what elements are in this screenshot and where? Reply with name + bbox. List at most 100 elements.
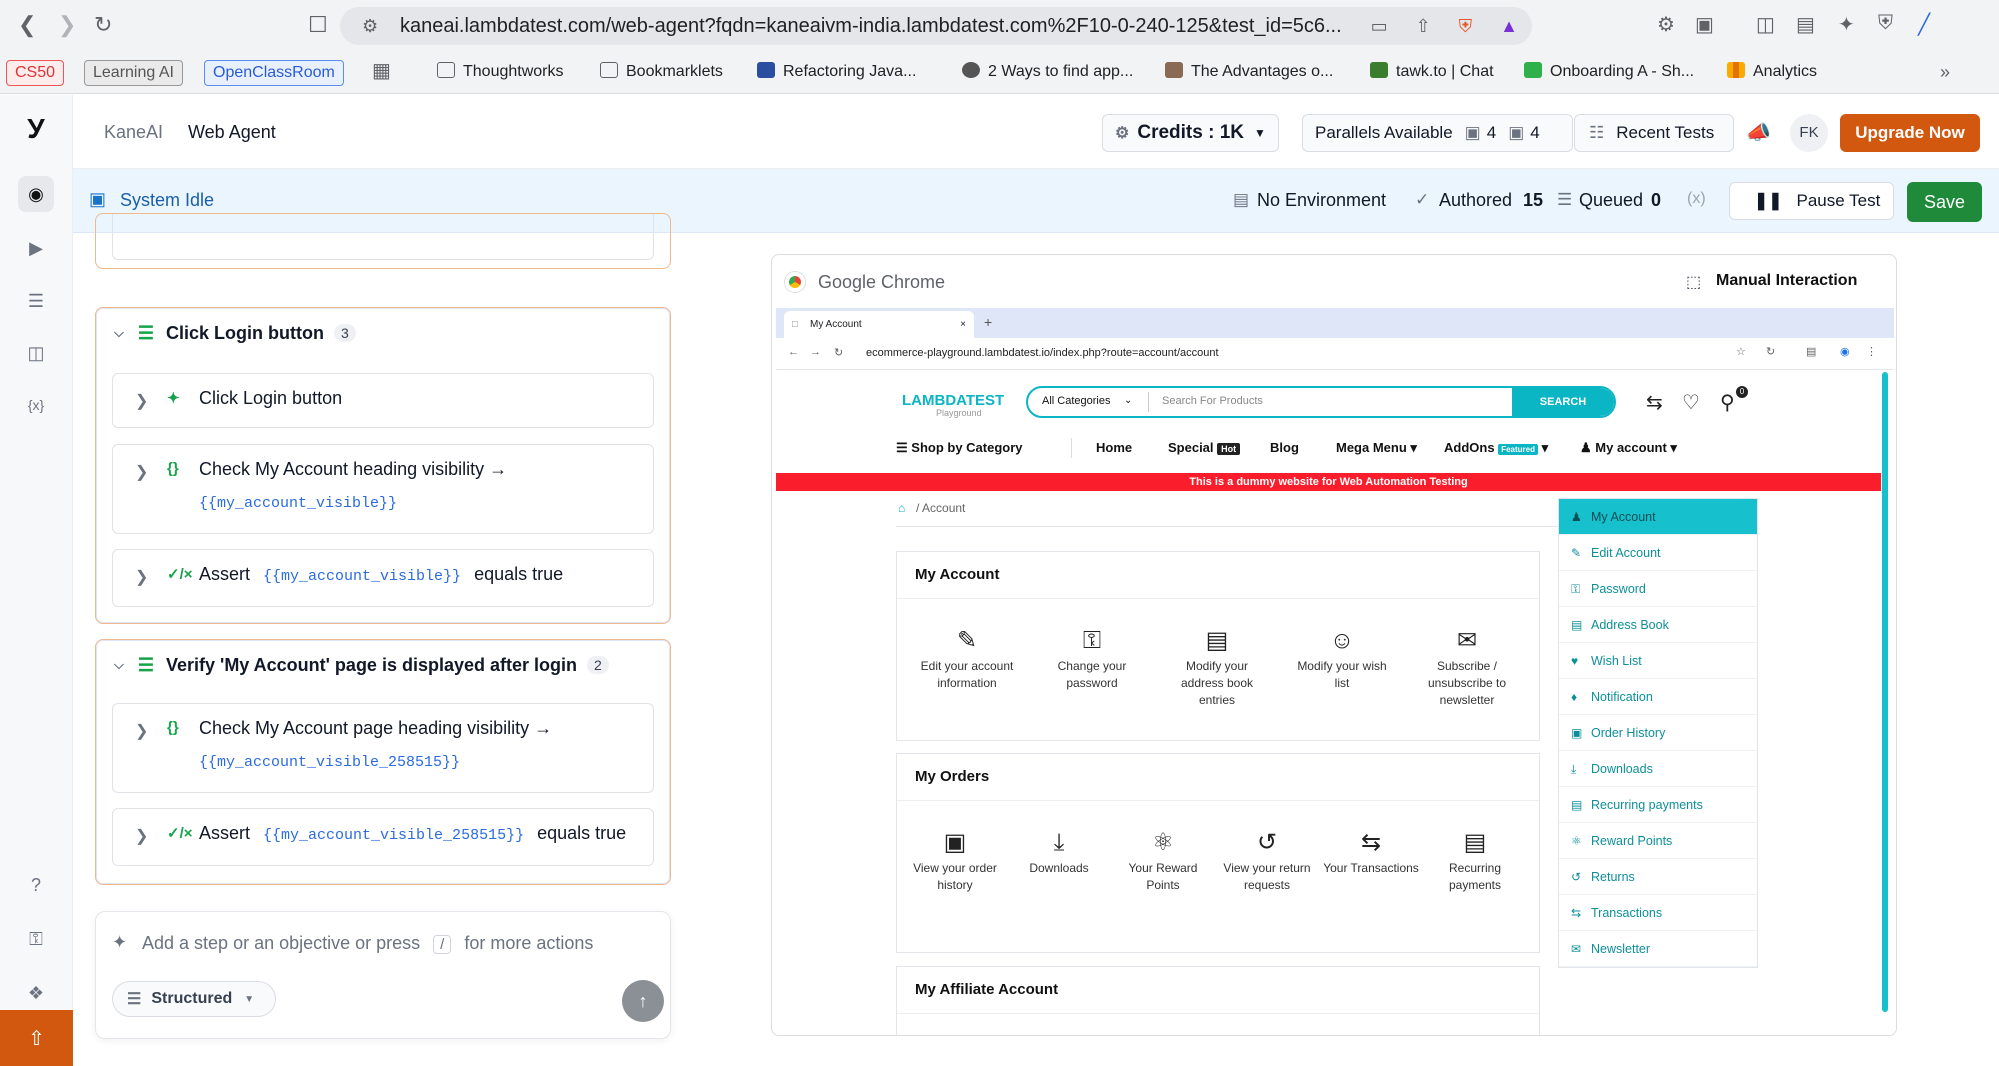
remote-tab[interactable]: □ My Account × [784, 311, 974, 338]
manual-interaction-button[interactable]: Manual Interaction [1716, 272, 1857, 290]
tile-transactions[interactable]: ⇆ Your Transactions [1321, 828, 1421, 877]
brand-link[interactable]: KaneAI [104, 122, 163, 143]
acct-nav-password[interactable]: ⚿ Password [1559, 571, 1757, 607]
wishlist-heart-icon[interactable]: ♡ [1682, 390, 1700, 415]
save-button[interactable]: Save [1907, 182, 1982, 222]
site-search-input[interactable]: Search For Products [1162, 395, 1263, 407]
bookmark-find-app[interactable]: 2 Ways to find app... [962, 60, 1133, 86]
compare-icon[interactable]: ⇆ [1646, 390, 1663, 415]
extensions-icon[interactable]: ⚙ [1657, 12, 1675, 37]
avatar[interactable]: FK [1790, 114, 1828, 152]
step-input[interactable]: Add a step or an objective or press / fo… [142, 933, 593, 954]
tile-change-password[interactable]: ⚿ Change your password [1042, 626, 1142, 692]
acct-nav-wish-list[interactable]: ♥ Wish List [1559, 643, 1757, 679]
tile-edit-account[interactable]: ✎ Edit your account information [917, 626, 1017, 692]
remote-reload-icon[interactable]: ↻ [834, 346, 843, 359]
variables-nav-icon[interactable]: {x} [18, 387, 54, 423]
brave-shield-icon[interactable]: ⛨ [1459, 7, 1473, 45]
step-card[interactable]: ❯ ✓/× Assert {{my_account_visible}} equa… [112, 549, 654, 607]
acct-nav-newsletter[interactable]: ✉ Newsletter [1559, 931, 1757, 967]
tile-newsletter[interactable]: ✉ Subscribe / unsubscribe to newsletter [1417, 626, 1517, 709]
tile-address-book[interactable]: ▤ Modify your address book entries [1167, 626, 1267, 709]
step-card[interactable]: ❯ {} Check My Account heading visibility… [112, 444, 654, 534]
logo-icon[interactable]: У [18, 111, 54, 147]
acct-nav-address-book[interactable]: ▤ Address Book [1559, 607, 1757, 643]
apps-grid-icon[interactable]: ▦ [372, 59, 391, 85]
pause-test-button[interactable]: ❚❚ Pause Test [1729, 182, 1894, 220]
video-nav-icon[interactable]: ▶ [18, 230, 54, 266]
remote-url[interactable]: ecommerce-playground.lambdatest.io/index… [866, 347, 1219, 359]
site-scrollbar[interactable] [1882, 372, 1888, 1012]
acct-nav-notification[interactable]: ♦ Notification [1559, 679, 1757, 715]
bookmark-cs50[interactable]: CS50 [6, 60, 65, 86]
environment-label[interactable]: No Environment [1257, 190, 1386, 211]
site-logo[interactable]: LAMBDATEST [902, 392, 1004, 409]
tile-returns[interactable]: ↺ View your return requests [1217, 828, 1317, 894]
share-icon[interactable]: ⇧ [1416, 7, 1431, 45]
more-bookmarks-icon[interactable]: » [1940, 60, 1950, 86]
upgrade-button[interactable]: Upgrade Now [1840, 114, 1980, 152]
menu-home[interactable]: Home [1096, 440, 1132, 455]
remote-menu-icon[interactable]: ⋮ [1866, 345, 1877, 358]
recent-tests-button[interactable]: ☷ Recent Tests [1574, 114, 1734, 152]
acct-nav-downloads[interactable]: ⤓ Downloads [1559, 751, 1757, 787]
tile-order-history[interactable]: ▣ View your order history [905, 828, 1005, 894]
breadcrumb-item[interactable]: Account [922, 501, 965, 515]
help-icon[interactable]: ? [18, 867, 54, 903]
tile-recurring-payments[interactable]: ▤ Recurring payments [1425, 828, 1525, 894]
layers-nav-icon[interactable]: ☰ [18, 283, 54, 319]
send-button[interactable]: ↑ [622, 980, 664, 1022]
key-icon[interactable]: ⚿ [18, 921, 54, 957]
remote-star-icon[interactable]: ☆ [1736, 345, 1746, 358]
site-settings-icon[interactable]: ⚙ [362, 7, 378, 45]
remote-refresh-icon[interactable]: ↻ [1766, 345, 1775, 358]
variables-button[interactable]: (x) [1687, 190, 1706, 208]
bookmark-tawk[interactable]: tawk.to | Chat [1370, 60, 1494, 86]
cart-icon[interactable]: ⚲ [1720, 390, 1735, 415]
home-icon[interactable]: ⌂ [898, 501, 905, 515]
step-card[interactable]: ❯ {} Check My Account page heading visib… [112, 703, 654, 793]
announcement-icon[interactable]: 📣 [1746, 120, 1771, 145]
tile-reward-points[interactable]: ⚛ Your Reward Points [1113, 828, 1213, 894]
bookmark-learning-ai[interactable]: Learning AI [84, 60, 183, 86]
credits-dropdown[interactable]: ⚙ Credits : 1K ▼ [1102, 114, 1279, 152]
remote-back-icon[interactable]: ← [788, 346, 799, 358]
bookmark-analytics[interactable]: Analytics [1727, 60, 1817, 86]
cast-icon[interactable]: ▭ [1371, 7, 1388, 45]
bookmark-advantages[interactable]: The Advantages o... [1165, 60, 1333, 86]
sidebar-icon[interactable]: ◫ [1756, 12, 1775, 37]
integrations-icon[interactable]: ❖ [18, 975, 54, 1011]
wallet-icon[interactable]: ▤ [1796, 12, 1815, 37]
remote-sidepanel-icon[interactable]: ▤ [1806, 345, 1816, 358]
menu-blog[interactable]: Blog [1270, 440, 1299, 455]
brave-rewards-icon[interactable]: ▲ [1500, 7, 1518, 45]
mode-dropdown[interactable]: ☰ Structured ▼ [112, 981, 276, 1017]
group-header[interactable]: ⌵ ☰ Verify 'My Account' page is displaye… [114, 640, 609, 690]
acct-nav-edit-account[interactable]: ✎ Edit Account [1559, 535, 1757, 571]
menu-my-account[interactable]: ♟ My account ▾ [1580, 440, 1677, 456]
tile-wish-list[interactable]: ☺ Modify your wish list [1292, 626, 1392, 692]
menu-special[interactable]: Special Hot [1168, 440, 1241, 455]
acct-nav-reward-points[interactable]: ⚛ Reward Points [1559, 823, 1757, 859]
previous-step-card[interactable] [112, 214, 654, 260]
menu-shop-by-category[interactable]: ☰ Shop by Category [896, 440, 1023, 456]
acct-nav-transactions[interactable]: ⇆ Transactions [1559, 895, 1757, 931]
bookmark-thoughtworks[interactable]: Thoughtworks [437, 60, 564, 86]
address-bar[interactable]: ⚙ kaneai.lambdatest.com/web-agent?fqdn=k… [340, 7, 1532, 45]
vpn-icon[interactable]: ⛨ [1878, 12, 1893, 35]
acct-nav-recurring-payments[interactable]: ▤ Recurring payments [1559, 787, 1757, 823]
group-header[interactable]: ⌵ ☰ Click Login button 3 [114, 308, 356, 358]
ai-icon[interactable]: ✦ [1838, 12, 1855, 37]
forward-icon[interactable]: ❯ [58, 12, 76, 38]
category-select[interactable]: All Categories [1042, 395, 1110, 407]
screenshot-icon[interactable]: ▣ [1695, 12, 1714, 37]
bookmark-onboarding[interactable]: Onboarding A - Sh... [1524, 60, 1694, 86]
menu-mega-menu[interactable]: Mega Menu ▾ [1336, 440, 1417, 456]
remote-forward-icon[interactable]: → [810, 346, 821, 358]
new-tab-icon[interactable]: + [984, 314, 992, 330]
bookmark-icon[interactable]: ☐ [308, 12, 328, 38]
bookmark-refactoring[interactable]: Refactoring Java... [757, 60, 916, 86]
remote-profile-icon[interactable]: ◉ [1840, 345, 1850, 358]
step-card[interactable]: ❯ ✦ Click Login button [112, 373, 654, 428]
site-search-button[interactable]: SEARCH [1512, 388, 1614, 416]
